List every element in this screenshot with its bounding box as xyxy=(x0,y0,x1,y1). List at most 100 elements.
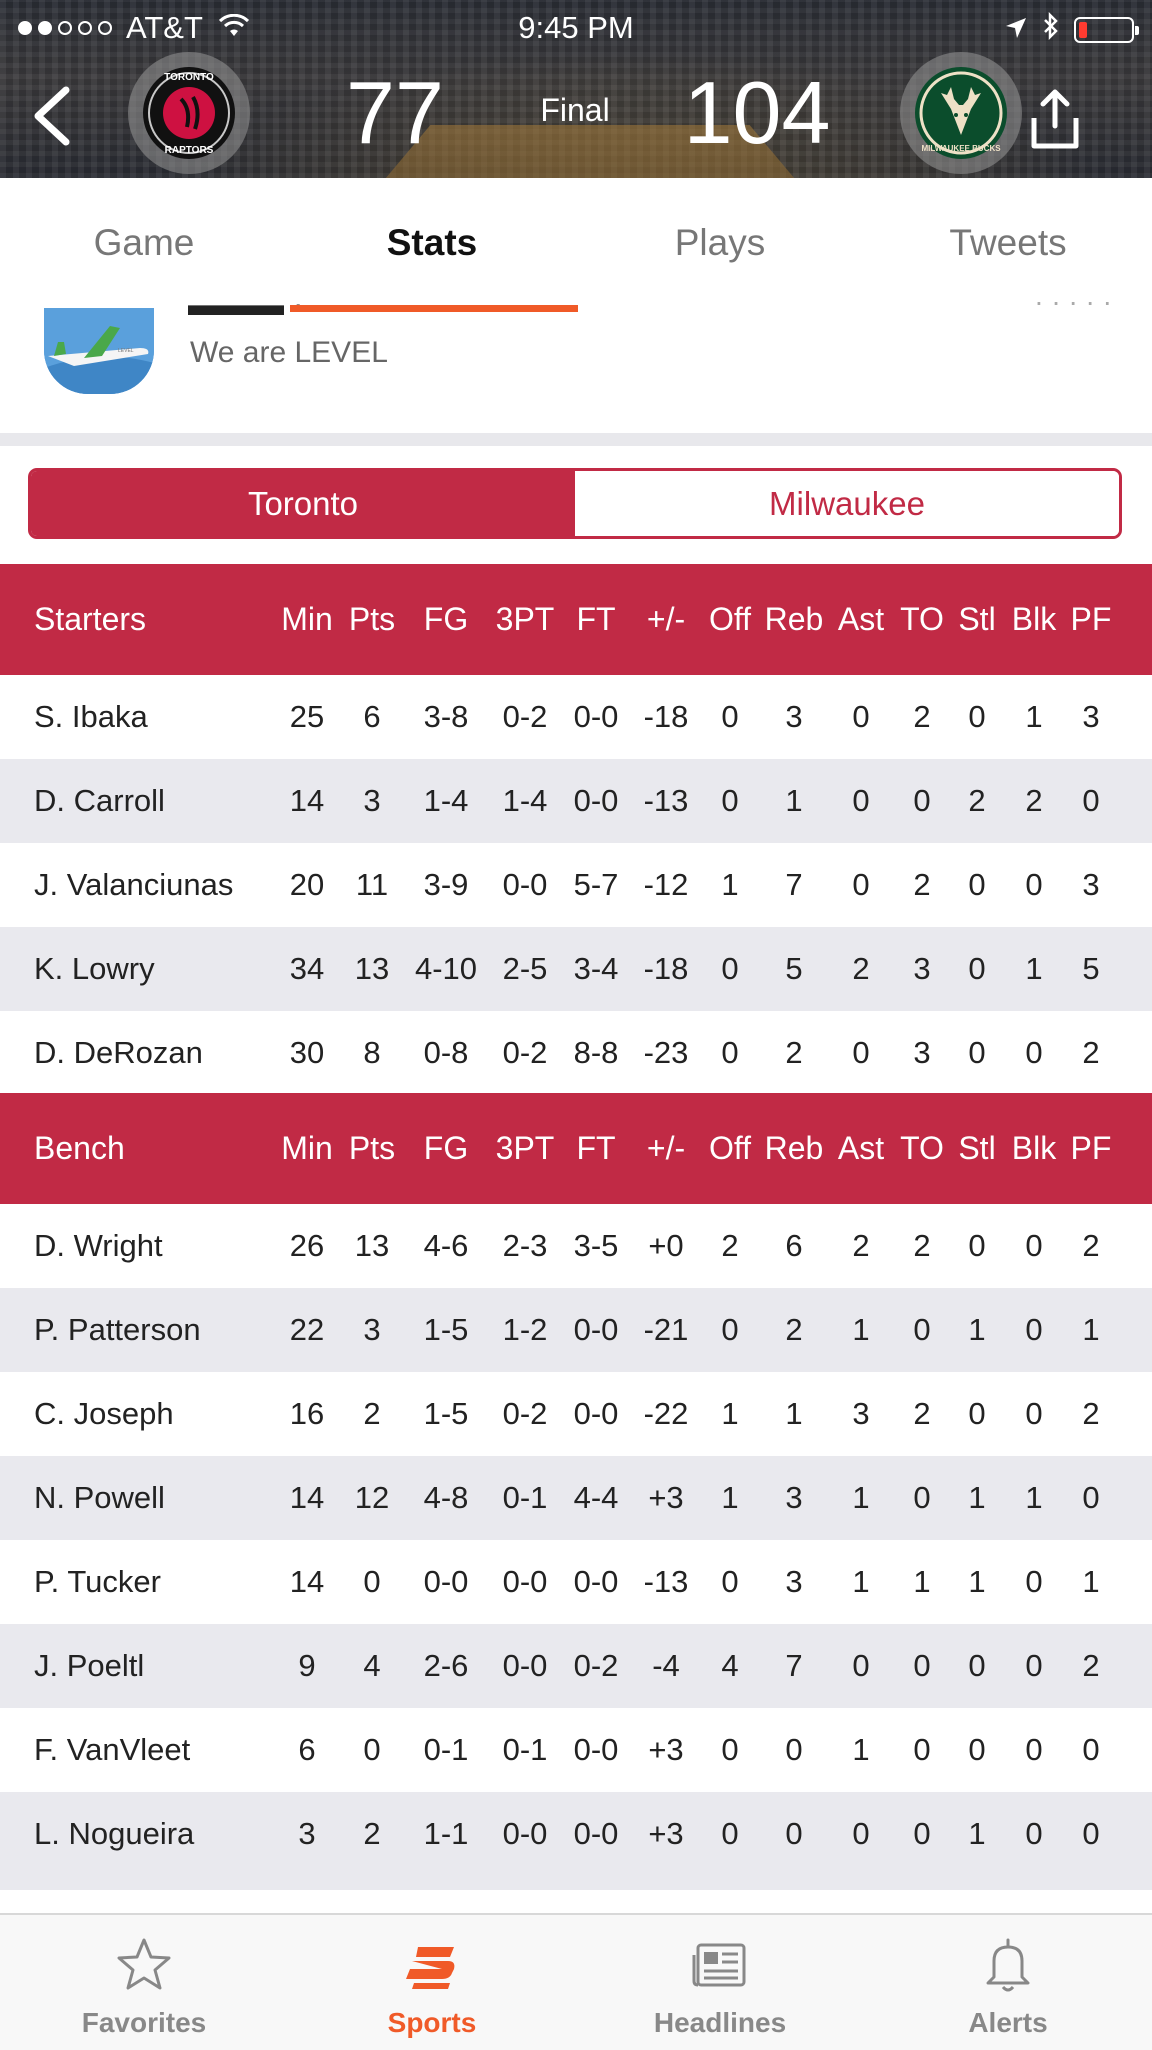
home-score: 104 xyxy=(683,63,831,162)
stat-cell: 2-3 xyxy=(502,1228,548,1263)
stat-cell: 12 xyxy=(354,1480,390,1515)
column-header: Pts xyxy=(348,1130,396,1166)
stat-cell: 0-1 xyxy=(502,1480,548,1515)
stat-cell: 1 xyxy=(852,1312,870,1347)
player-name: S. Ibaka xyxy=(34,699,148,734)
stat-cell: 0-0 xyxy=(573,1564,619,1599)
stat-cell: 0-8 xyxy=(423,1035,469,1070)
back-button[interactable] xyxy=(28,84,78,148)
player-row[interactable]: D. Wright 26 13 4-6 2-3 3-5 +0 2 6 2 2 0 0 2 xyxy=(0,1204,1152,1288)
player-row[interactable]: S. Ibaka 25 6 3-8 0-2 0-0 -18 0 3 0 2 0 1 3 xyxy=(0,675,1152,759)
game-status: Final xyxy=(540,92,610,128)
stat-cell: 0-0 xyxy=(502,1816,548,1851)
player-row[interactable]: N. Powell 14 12 4-8 0-1 4-4 +3 1 3 1 0 1 1 0 xyxy=(0,1456,1152,1540)
stat-cell: -21 xyxy=(643,1312,689,1347)
stat-cell: 3 xyxy=(785,1480,803,1515)
nav-favorites-label: Favorites xyxy=(81,2007,207,2038)
column-header: Min xyxy=(281,601,333,637)
sponsored-ad[interactable]: ▬▬▬ · · · · · · LEVEL We are LEVEL xyxy=(0,300,1152,433)
player-row[interactable]: K. Lowry 34 13 4-10 2-5 3-4 -18 0 5 2 3 0 1 5 xyxy=(0,927,1152,1011)
stat-cell: -13 xyxy=(643,783,689,818)
stat-cell: 0 xyxy=(721,1816,739,1851)
tab-plays[interactable]: Plays xyxy=(576,178,864,308)
tab-stats[interactable]: Stats xyxy=(288,178,576,308)
column-header: FT xyxy=(576,601,616,637)
player-name: J. Valanciunas xyxy=(34,867,234,902)
stat-cell: 14 xyxy=(289,1480,325,1515)
player-name: C. Joseph xyxy=(34,1396,174,1431)
stat-cell: 0-0 xyxy=(573,1732,619,1767)
nav-favorites[interactable]: Favorites xyxy=(0,1915,288,2050)
player-row[interactable]: P. Patterson 22 3 1-5 1-2 0-0 -21 0 2 1 0 1 0 1 xyxy=(0,1288,1152,1372)
game-tabs: Game Stats Plays Tweets xyxy=(0,178,1152,308)
stat-cell: 2 xyxy=(363,1396,381,1431)
player-row[interactable]: P. Tucker 14 0 0-0 0-0 0-0 -13 0 3 1 1 1 0 1 xyxy=(0,1540,1152,1624)
player-row[interactable]: L. Nogueira 3 2 1-1 0-0 0-0 +3 0 0 0 0 1 0 0 xyxy=(0,1792,1152,1876)
player-row[interactable]: F. VanVleet 6 0 0-1 0-1 0-0 +3 0 0 1 0 0 0 0 xyxy=(0,1708,1152,1792)
player-name: N. Powell xyxy=(34,1480,165,1515)
stat-cell: 2 xyxy=(1082,1035,1100,1070)
stat-cell: 9 xyxy=(298,1648,316,1683)
column-header: PF xyxy=(1070,601,1112,637)
column-header: PF xyxy=(1070,1130,1112,1166)
stat-cell: 20 xyxy=(289,867,325,902)
stat-cell: 0 xyxy=(852,1648,870,1683)
stat-cell: 3-8 xyxy=(423,699,469,734)
tab-game[interactable]: Game xyxy=(0,178,288,308)
stat-cell: 1 xyxy=(852,1480,870,1515)
stat-cell: 0 xyxy=(363,1564,381,1599)
stat-cell: 3 xyxy=(1082,867,1100,902)
share-button[interactable] xyxy=(1024,88,1086,150)
bench-section-title: Bench xyxy=(34,1130,125,1166)
column-header: 3PT xyxy=(495,601,555,637)
stat-cell: 0 xyxy=(785,1816,803,1851)
stat-cell: -13 xyxy=(643,1564,689,1599)
stat-cell: 2 xyxy=(852,951,870,986)
stat-cell: 0-0 xyxy=(573,1396,619,1431)
stat-cell: 1-1 xyxy=(423,1816,469,1851)
stat-cell: 0-1 xyxy=(502,1732,548,1767)
player-row[interactable]: J. Poeltl 9 4 2-6 0-0 0-2 -4 4 7 0 0 0 0 2 xyxy=(0,1624,1152,1708)
battery-icon xyxy=(1074,17,1139,43)
stat-cell: 26 xyxy=(289,1228,325,1263)
away-score: 77 xyxy=(346,63,444,162)
player-name: D. DeRozan xyxy=(34,1035,203,1070)
stat-cell: 1-2 xyxy=(502,1312,548,1347)
team-option-milwaukee[interactable]: Milwaukee xyxy=(575,471,1119,536)
stat-cell: 4-10 xyxy=(414,951,478,986)
column-header: Ast xyxy=(837,1130,885,1166)
column-header: Ast xyxy=(837,601,885,637)
stat-cell: 1-4 xyxy=(423,783,469,818)
stat-cell: 1 xyxy=(785,1396,803,1431)
stat-cell: 0-0 xyxy=(573,783,619,818)
nav-headlines[interactable]: Headlines xyxy=(576,1915,864,2050)
stat-cell: 1 xyxy=(721,867,739,902)
stat-cell: 13 xyxy=(354,951,390,986)
stat-cell: +3 xyxy=(648,1732,684,1767)
stat-cell: 0 xyxy=(721,951,739,986)
home-team-logo[interactable]: MILWAUKEE BUCKS xyxy=(900,52,1022,174)
stat-cell: 0-0 xyxy=(502,867,548,902)
nav-alerts[interactable]: Alerts xyxy=(864,1915,1152,2050)
nav-sports[interactable]: Sports xyxy=(288,1915,576,2050)
player-row[interactable]: C. Joseph 16 2 1-5 0-2 0-0 -22 1 1 3 2 0 0 2 xyxy=(0,1372,1152,1456)
player-row[interactable]: J. Valanciunas 20 11 3-9 0-0 5-7 -12 1 7 0 2 0 0 3 xyxy=(0,843,1152,927)
stat-cell: 3 xyxy=(785,699,803,734)
stat-cell: 4-6 xyxy=(423,1228,469,1263)
stat-cell: 5-7 xyxy=(573,867,619,902)
stat-cell: 3 xyxy=(852,1396,870,1431)
stat-cell: 2 xyxy=(785,1312,803,1347)
player-row[interactable]: D. Carroll 14 3 1-4 1-4 0-0 -13 0 1 0 0 2 2 0 xyxy=(0,759,1152,843)
status-bar: AT&T 9:45 PM xyxy=(0,0,1152,56)
stat-cell: 4 xyxy=(363,1648,381,1683)
stat-cell: 11 xyxy=(355,867,389,902)
stat-cell: 0 xyxy=(1082,783,1100,818)
status-right xyxy=(1004,11,1139,48)
team-option-toronto[interactable]: Toronto xyxy=(31,471,575,536)
player-row[interactable]: D. DeRozan 30 8 0-8 0-2 8-8 -23 0 2 0 3 0 0 2 xyxy=(0,1011,1152,1095)
away-team-logo[interactable]: TORONTO RAPTORS xyxy=(128,52,250,174)
active-tab-indicator xyxy=(290,305,578,312)
tab-tweets[interactable]: Tweets xyxy=(864,178,1152,308)
stat-cell: 3 xyxy=(298,1816,316,1851)
stat-cell: 0-0 xyxy=(502,1648,548,1683)
